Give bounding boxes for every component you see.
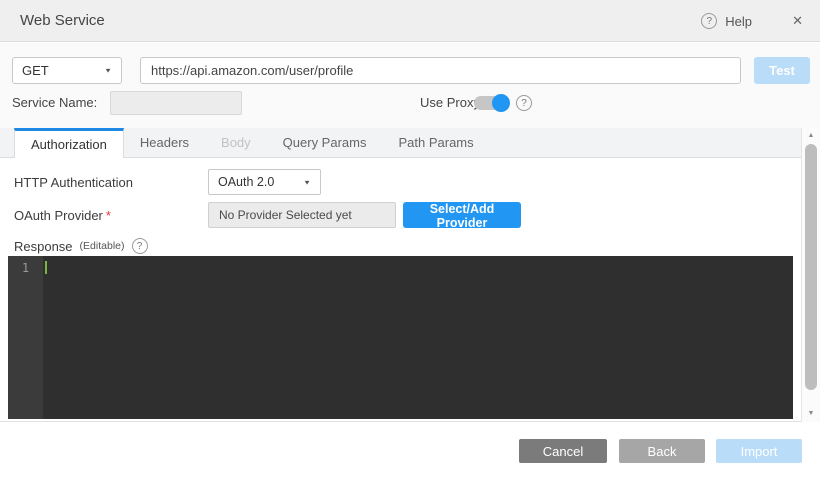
url-input[interactable] bbox=[140, 57, 741, 84]
tab-path-params[interactable]: Path Params bbox=[382, 128, 489, 157]
response-editable-qualifier: (Editable) bbox=[80, 240, 125, 252]
use-proxy-toggle[interactable] bbox=[474, 96, 508, 110]
oauth-provider-input[interactable] bbox=[208, 202, 396, 228]
tab-query-params[interactable]: Query Params bbox=[267, 128, 383, 157]
test-button[interactable]: Test bbox=[754, 57, 810, 84]
response-code-editor[interactable]: 1 bbox=[8, 256, 793, 419]
cancel-button[interactable]: Cancel bbox=[519, 439, 607, 463]
back-button[interactable]: Back bbox=[619, 439, 705, 463]
response-label: Response bbox=[14, 239, 73, 254]
authorization-panel: HTTP Authentication OAuth 2.0 ▼ OAuth Pr… bbox=[0, 159, 801, 422]
oauth-provider-label-text: OAuth Provider bbox=[14, 208, 103, 223]
text-cursor bbox=[45, 261, 47, 274]
http-auth-select[interactable]: OAuth 2.0 ▼ bbox=[208, 169, 321, 195]
select-add-provider-button[interactable]: Select/Add Provider bbox=[403, 202, 521, 228]
request-toolbar: GET ▼ Test Service Name: Use Proxy: ? bbox=[0, 43, 820, 128]
response-help-icon[interactable]: ? bbox=[132, 238, 148, 254]
tab-body: Body bbox=[205, 128, 267, 157]
editor-gutter: 1 bbox=[8, 256, 43, 419]
scroll-up-icon[interactable]: ▲ bbox=[802, 129, 820, 143]
required-marker: * bbox=[106, 208, 111, 223]
tab-authorization[interactable]: Authorization bbox=[14, 128, 124, 158]
oauth-provider-label: OAuth Provider* bbox=[14, 208, 111, 223]
vertical-scrollbar[interactable]: ▲ ▼ bbox=[801, 128, 820, 422]
toggle-knob bbox=[492, 94, 510, 112]
chevron-down-icon: ▼ bbox=[303, 178, 311, 185]
http-method-select[interactable]: GET ▼ bbox=[12, 57, 122, 84]
dialog-header: Web Service ? Help ✕ bbox=[0, 0, 820, 42]
help-icon: ? bbox=[701, 13, 717, 29]
import-button[interactable]: Import bbox=[716, 439, 802, 463]
scrollbar-thumb[interactable] bbox=[805, 144, 817, 390]
line-number: 1 bbox=[8, 261, 43, 275]
help-button[interactable]: ? Help bbox=[701, 0, 752, 42]
help-label: Help bbox=[725, 14, 752, 29]
service-name-label: Service Name: bbox=[12, 91, 97, 115]
http-method-value: GET bbox=[22, 63, 104, 78]
editor-body[interactable] bbox=[43, 256, 793, 419]
tab-bar: Authorization Headers Body Query Params … bbox=[0, 128, 801, 158]
response-label-row: Response (Editable) ? bbox=[14, 237, 148, 255]
scroll-down-icon[interactable]: ▼ bbox=[802, 407, 820, 421]
web-service-dialog: Web Service ? Help ✕ GET ▼ Test Service … bbox=[0, 0, 820, 480]
service-name-input[interactable] bbox=[110, 91, 242, 115]
http-auth-label: HTTP Authentication bbox=[14, 175, 133, 190]
chevron-down-icon: ▼ bbox=[104, 67, 112, 74]
close-icon[interactable]: ✕ bbox=[792, 0, 803, 42]
http-auth-value: OAuth 2.0 bbox=[218, 175, 303, 189]
tab-headers[interactable]: Headers bbox=[124, 128, 205, 157]
page-title: Web Service bbox=[20, 0, 105, 42]
dialog-footer: Cancel Back Import bbox=[0, 422, 820, 480]
proxy-help-icon[interactable]: ? bbox=[516, 95, 532, 111]
